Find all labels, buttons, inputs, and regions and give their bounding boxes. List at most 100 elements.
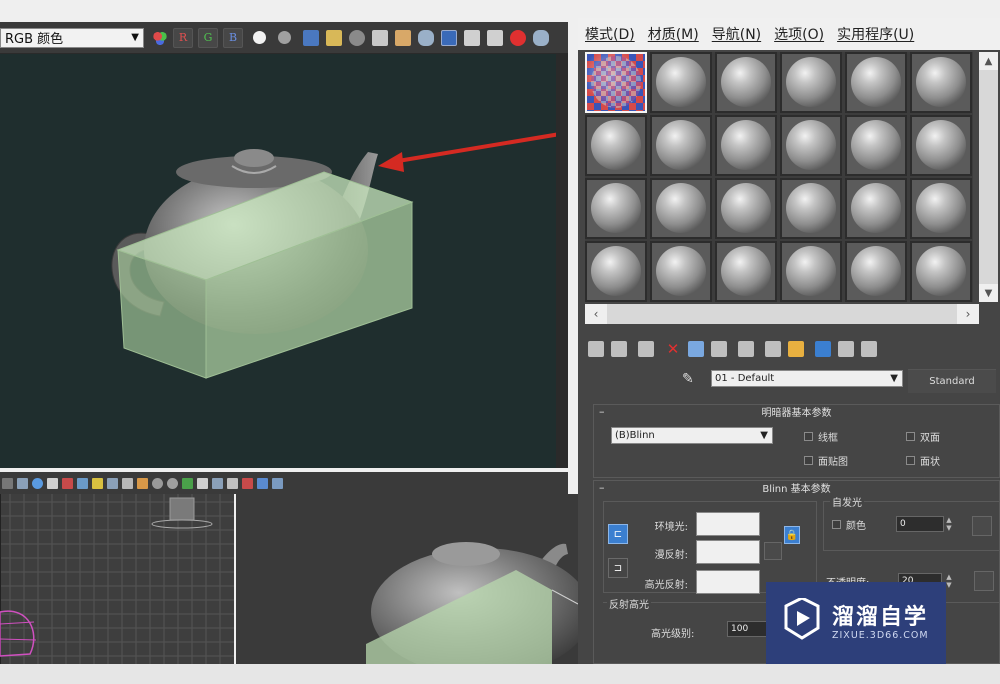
material-slot[interactable] — [585, 115, 647, 176]
reset-material-icon[interactable]: ✕ — [665, 340, 681, 358]
material-slot[interactable] — [845, 115, 907, 176]
material-slot[interactable] — [910, 241, 972, 302]
material-slot[interactable] — [715, 115, 777, 176]
material-slot[interactable] — [780, 241, 842, 302]
viewport-icon[interactable] — [182, 477, 193, 489]
scroll-right-icon[interactable]: › — [957, 304, 979, 324]
top-viewport[interactable] — [0, 494, 234, 664]
color-channels-icon[interactable] — [152, 29, 168, 46]
viewport-icon[interactable] — [47, 477, 58, 489]
mono-icon[interactable] — [278, 31, 291, 44]
menu-material[interactable]: 材质(M) — [648, 24, 699, 44]
viewport-icon[interactable] — [272, 477, 283, 489]
face-map-checkbox[interactable]: 面贴图 — [804, 453, 848, 468]
lock-diffuse-specular-icon[interactable]: ⊐ — [608, 558, 628, 578]
material-slot[interactable] — [780, 115, 842, 176]
assign-to-selection-icon[interactable] — [638, 341, 654, 357]
menu-utilities[interactable]: 实用程序(U) — [837, 24, 914, 44]
shader-type-dropdown[interactable]: (B)Blinn ▼ — [611, 427, 773, 444]
render-scrollbar[interactable] — [556, 54, 568, 468]
spec-level-spinner[interactable]: 100 — [727, 621, 769, 637]
go-to-parent-icon[interactable] — [838, 341, 854, 357]
diffuse-color-swatch[interactable] — [696, 540, 760, 564]
copy-material-icon[interactable] — [688, 341, 704, 357]
lock-ambient-diffuse-icon[interactable]: ⊏ — [608, 524, 628, 544]
material-slot[interactable] — [650, 241, 712, 302]
region-icon[interactable] — [441, 29, 457, 46]
go-forward-sibling-icon[interactable] — [861, 341, 877, 357]
scroll-up-icon[interactable]: ▲ — [979, 52, 998, 70]
material-slot[interactable] — [715, 178, 777, 239]
green-channel-button[interactable]: G — [198, 27, 218, 48]
show-end-result-icon[interactable] — [815, 341, 831, 357]
self-illum-map-button[interactable] — [972, 516, 992, 536]
open-folder-icon[interactable] — [326, 29, 342, 46]
material-slot-active[interactable] — [585, 52, 647, 113]
self-illum-color-checkbox[interactable]: 颜色 — [832, 517, 866, 532]
material-slot[interactable] — [910, 115, 972, 176]
viewport-icon[interactable] — [17, 477, 28, 489]
rollout-header[interactable]: – Blinn 基本参数 — [594, 481, 999, 498]
material-slot[interactable] — [650, 52, 712, 113]
material-slot[interactable] — [910, 178, 972, 239]
put-to-scene-icon[interactable] — [611, 341, 627, 357]
material-slot[interactable] — [845, 52, 907, 113]
material-slot[interactable] — [715, 52, 777, 113]
viewcube-icon[interactable] — [169, 497, 195, 521]
self-illum-spinner[interactable]: 0 — [896, 516, 944, 532]
frame-alt-icon[interactable] — [487, 29, 503, 46]
teapot-render-icon[interactable] — [418, 29, 434, 46]
red-channel-button[interactable]: R — [173, 27, 193, 48]
make-unique-icon[interactable] — [711, 341, 727, 357]
material-slot[interactable] — [845, 178, 907, 239]
channel-display-dropdown[interactable]: RGB 颜色 ▼ — [0, 27, 144, 48]
rollout-header[interactable]: – 明暗器基本参数 — [594, 405, 999, 422]
material-slot[interactable] — [650, 115, 712, 176]
diffuse-map-button[interactable] — [764, 542, 782, 560]
material-slot[interactable] — [650, 178, 712, 239]
viewport-icon[interactable] — [2, 477, 13, 489]
frame-icon[interactable] — [464, 29, 480, 46]
get-material-icon[interactable] — [588, 341, 604, 357]
blue-channel-button[interactable]: B — [223, 27, 243, 48]
specular-color-swatch[interactable] — [696, 570, 760, 594]
menu-mode[interactable]: 模式(D) — [585, 24, 635, 44]
faceted-checkbox[interactable]: 面状 — [906, 453, 940, 468]
opacity-map-button[interactable] — [974, 571, 994, 591]
two-sided-checkbox[interactable]: 双面 — [906, 429, 940, 444]
viewport-icon[interactable] — [122, 477, 133, 489]
material-slot[interactable] — [780, 52, 842, 113]
viewport-icon[interactable] — [62, 477, 73, 489]
viewport-icon[interactable] — [92, 477, 103, 489]
viewport-icon[interactable] — [107, 477, 118, 489]
viewport-icon[interactable] — [137, 477, 148, 489]
clone-window-icon[interactable] — [395, 29, 411, 46]
white-alpha-icon[interactable] — [253, 31, 266, 44]
material-name-field[interactable]: 01 - Default ▼ — [711, 370, 903, 387]
copy-image-icon[interactable] — [372, 29, 388, 46]
collapse-icon[interactable]: – — [599, 479, 605, 496]
lock-map-icon[interactable]: 🔒 — [784, 526, 800, 544]
put-to-library-icon[interactable] — [738, 341, 754, 357]
wire-checkbox[interactable]: 线框 — [804, 429, 838, 444]
viewport-icon[interactable] — [197, 477, 208, 489]
material-slot[interactable] — [845, 241, 907, 302]
clear-icon[interactable] — [349, 29, 365, 46]
viewport-icon[interactable] — [152, 477, 163, 489]
menu-navigation[interactable]: 导航(N) — [712, 24, 761, 44]
slot-vertical-scrollbar[interactable]: ▲ ▼ — [979, 52, 998, 302]
stop-icon[interactable] — [510, 29, 526, 46]
material-slot[interactable] — [715, 241, 777, 302]
viewport-icon[interactable] — [257, 477, 268, 489]
perspective-viewport[interactable] — [236, 494, 578, 664]
viewport-icon[interactable] — [227, 477, 238, 489]
material-slot[interactable] — [585, 178, 647, 239]
viewport-icon[interactable] — [167, 477, 178, 489]
viewport-icon[interactable] — [77, 477, 88, 489]
material-type-button[interactable]: Standard — [908, 369, 996, 393]
viewport-icon[interactable] — [32, 477, 43, 489]
spinner-arrows-icon[interactable]: ▲ ▼ — [944, 516, 954, 532]
viewport-icon[interactable] — [242, 477, 253, 489]
ambient-color-swatch[interactable] — [696, 512, 760, 536]
scroll-down-icon[interactable]: ▼ — [979, 284, 998, 302]
